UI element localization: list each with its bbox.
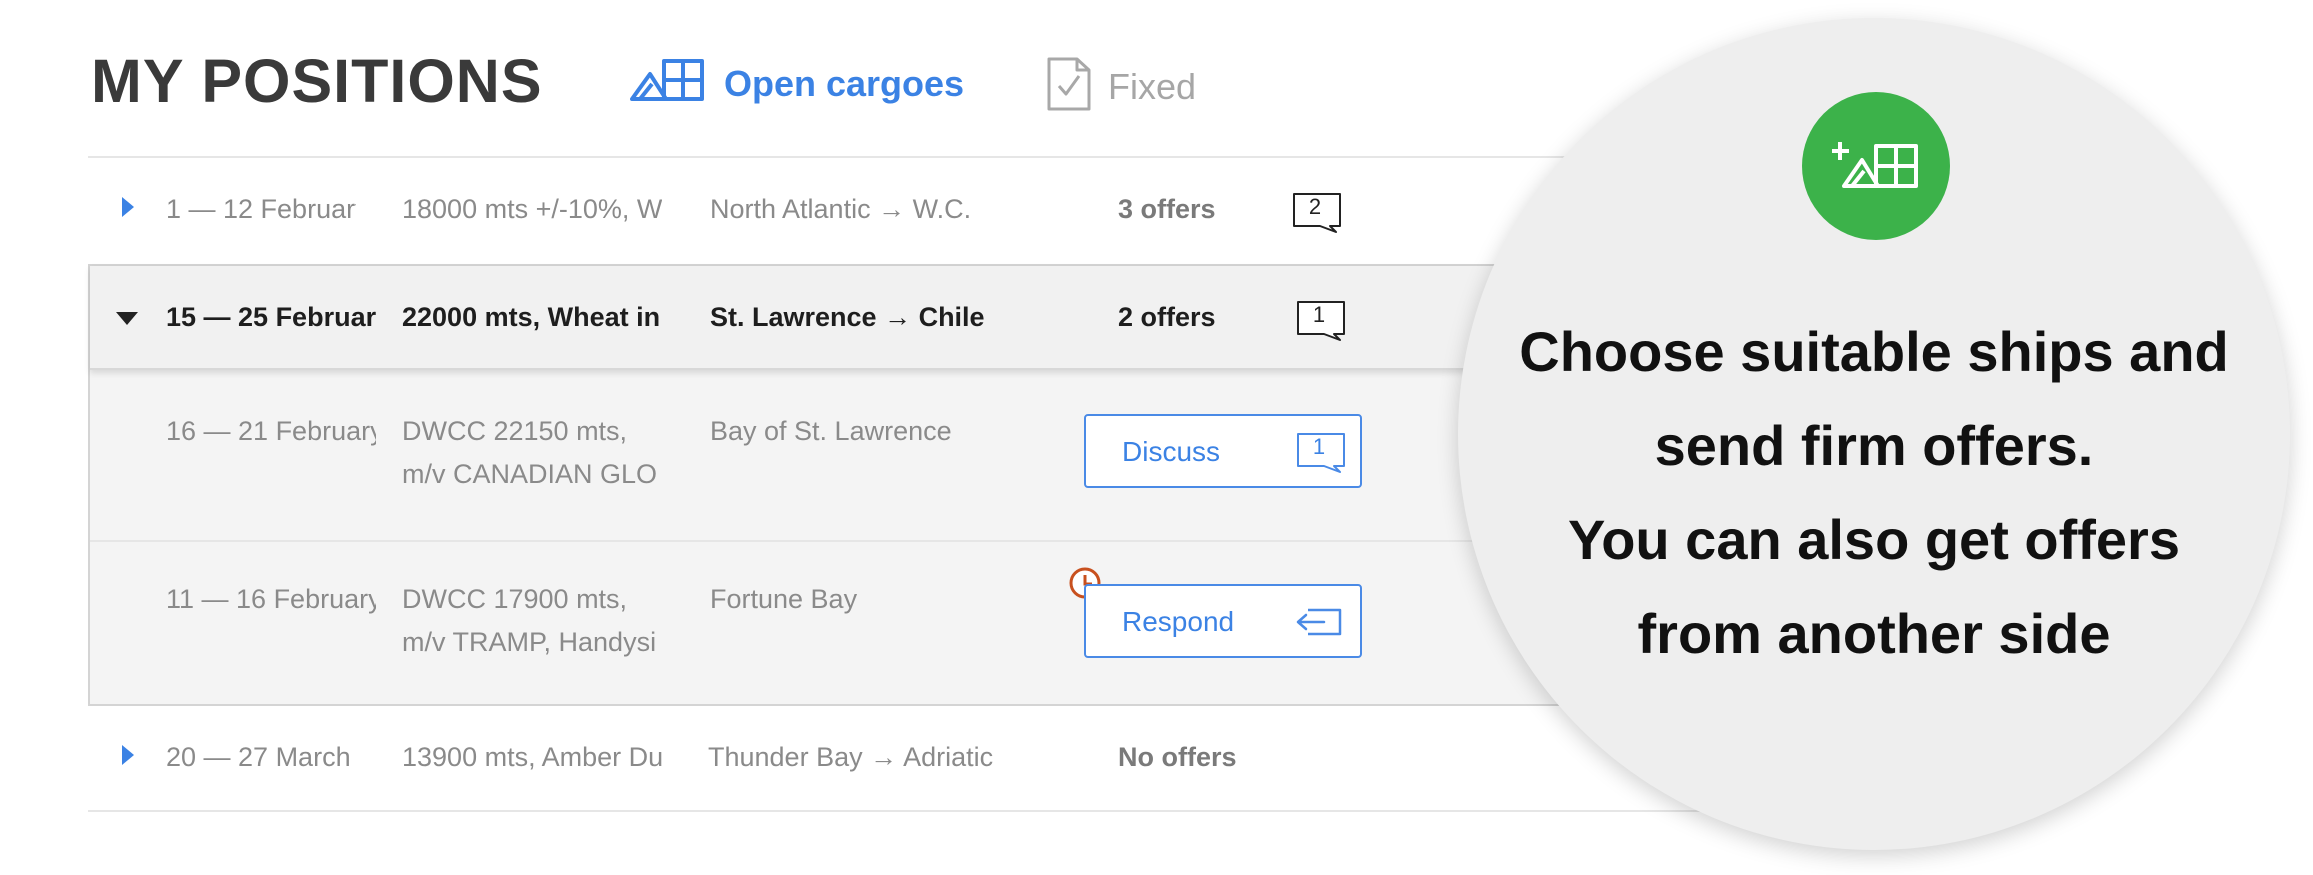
respond-button-label: Respond	[1122, 606, 1235, 637]
offer-vessel-line2: m/v TRAMP, Handysi	[402, 627, 657, 657]
row-offers: No offers	[1118, 742, 1237, 772]
offer-dates: 11 — 16 February	[166, 584, 376, 614]
add-cargo-icon	[1831, 136, 1922, 199]
row-dates: 1 — 12 February	[166, 194, 356, 224]
tooltip-line: send firm offers.	[1654, 414, 2094, 477]
tab-fixed[interactable]: Fixed	[1046, 56, 1196, 117]
table-bottom-divider	[88, 810, 1788, 812]
offer-port: Fortune Bay	[710, 584, 858, 614]
message-count-badge[interactable]: 1	[1296, 300, 1345, 341]
message-count: 1	[1312, 434, 1326, 459]
respond-button[interactable]: Respond	[1084, 584, 1362, 658]
header-divider	[88, 156, 1788, 158]
row-dates: 20 — 27 March	[166, 742, 351, 772]
checked-document-icon	[1046, 56, 1092, 117]
row-offers: 3 offers	[1118, 194, 1216, 224]
discuss-button[interactable]: Discuss 1	[1084, 414, 1362, 488]
row-cargo: 18000 mts +/-10%, W	[402, 194, 662, 224]
expand-arrow-icon[interactable]	[122, 197, 134, 217]
tooltip-line: Choose suitable ships and	[1519, 320, 2229, 383]
row-cargo: 13900 mts, Amber Du	[402, 742, 662, 772]
reply-icon	[1294, 606, 1344, 645]
message-count-badge[interactable]: 2	[1292, 192, 1341, 233]
offer-vessel-line1: DWCC 22150 mts,	[402, 416, 628, 446]
message-count: 1	[1312, 302, 1326, 327]
tab-open-cargoes[interactable]: Open cargoes	[630, 58, 964, 109]
add-cargo-button[interactable]	[1802, 92, 1950, 240]
collapse-arrow-icon[interactable]	[116, 312, 138, 325]
tooltip-line: You can also get offers	[1568, 508, 2180, 571]
expand-arrow-icon[interactable]	[122, 745, 134, 765]
row-route: Thunder Bay → Adriatic	[708, 742, 994, 772]
tooltip-line: from another side	[1637, 602, 2111, 665]
tooltip-text: Choose suitable ships and send firm offe…	[1458, 305, 2290, 681]
offer-vessel-line2: m/v CANADIAN GLO	[402, 459, 658, 489]
cargo-grid-icon	[630, 58, 706, 109]
page-title: MY POSITIONS	[91, 47, 543, 115]
offer-dates: 16 — 21 February	[166, 416, 376, 446]
row-dates: 15 — 25 February	[166, 302, 376, 332]
discuss-button-label: Discuss	[1122, 436, 1221, 467]
tab-fixed-label: Fixed	[1108, 65, 1197, 107]
offer-port: Bay of St. Lawrence	[710, 416, 952, 446]
offer-vessel-line1: DWCC 17900 mts,	[402, 584, 628, 614]
row-route: St. Lawrence → Chile	[710, 302, 985, 332]
row-route: North Atlantic → W.C.	[710, 194, 972, 224]
row-offers: 2 offers	[1118, 302, 1216, 332]
message-count: 2	[1308, 194, 1322, 219]
message-count-badge: 1	[1296, 432, 1345, 473]
table-row[interactable]: 20 — 27 March 13900 mts, Amber Du Thunde…	[88, 716, 1788, 808]
tab-open-cargoes-label: Open cargoes	[724, 62, 965, 104]
row-cargo: 22000 mts, Wheat in	[402, 302, 661, 332]
